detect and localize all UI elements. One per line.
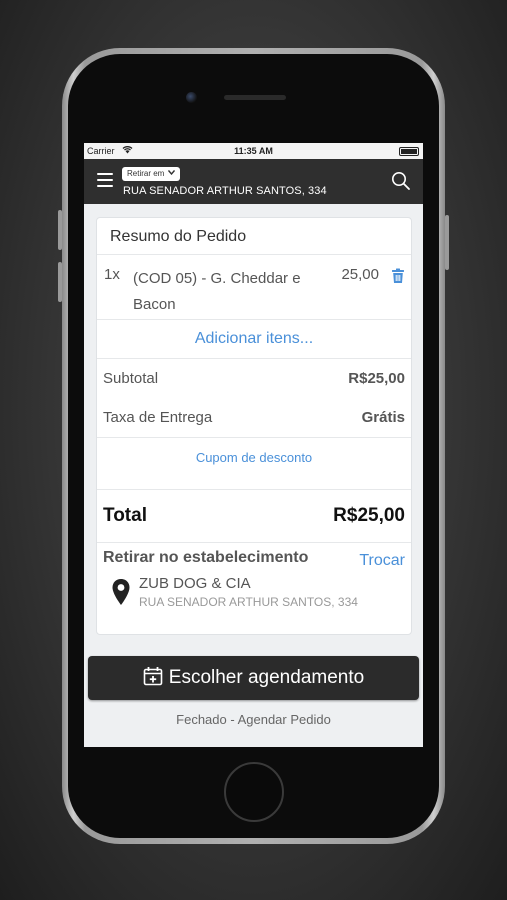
calendar-plus-icon bbox=[143, 667, 163, 686]
item-name: (COD 05) - G. Cheddar e Bacon bbox=[133, 270, 301, 313]
choose-schedule-label: Escolher agendamento bbox=[168, 667, 365, 688]
order-summary-card: Resumo do Pedido 1x (COD 05) - G. Chedda… bbox=[96, 217, 412, 635]
volume-down-button bbox=[58, 262, 62, 302]
order-item-row[interactable]: 1x (COD 05) - G. Cheddar e Bacon 25,00 bbox=[97, 255, 411, 320]
hamburger-menu-icon[interactable] bbox=[97, 173, 113, 187]
total-value: R$25,00 bbox=[333, 505, 405, 526]
delivery-fee-value: Grátis bbox=[361, 409, 405, 426]
order-summary-title: Resumo do Pedido bbox=[97, 218, 411, 255]
chevron-down-icon bbox=[167, 170, 175, 176]
home-button[interactable] bbox=[224, 762, 284, 822]
pickup-mode-label: Retirar em bbox=[127, 169, 165, 178]
change-pickup-link[interactable]: Trocar bbox=[359, 552, 405, 570]
total-label: Total bbox=[103, 505, 147, 526]
subtotal-row: Subtotal R$25,00 bbox=[97, 359, 411, 398]
store-name: ZUB DOG & CIA bbox=[139, 575, 251, 592]
volume-up-button bbox=[58, 210, 62, 250]
pickup-section: Retirar no estabelecimento Trocar ZUB DO… bbox=[97, 543, 411, 625]
location-pin-icon bbox=[112, 579, 130, 605]
choose-schedule-button[interactable]: Escolher agendamento bbox=[88, 656, 419, 700]
earpiece-speaker bbox=[224, 95, 286, 100]
header-address: RUA SENADOR ARTHUR SANTOS, 334 bbox=[123, 185, 327, 197]
item-price: 25,00 bbox=[341, 266, 379, 283]
pickup-title: Retirar no estabelecimento bbox=[103, 549, 309, 566]
app-header: Retirar em RUA SENADOR ARTHUR SANTOS, 33… bbox=[84, 159, 423, 204]
status-time: 11:35 AM bbox=[234, 146, 273, 156]
subtotal-label: Subtotal bbox=[103, 370, 159, 387]
store-status-text: Fechado - Agendar Pedido bbox=[176, 712, 331, 727]
add-items-link[interactable]: Adicionar itens... bbox=[97, 320, 411, 359]
power-button bbox=[445, 215, 449, 270]
trash-icon[interactable] bbox=[391, 268, 405, 284]
total-row: Total R$25,00 bbox=[97, 490, 411, 543]
battery-icon bbox=[399, 147, 419, 156]
delivery-fee-label: Taxa de Entrega bbox=[103, 409, 213, 426]
front-camera bbox=[186, 92, 197, 103]
item-quantity: 1x bbox=[104, 266, 120, 283]
pickup-mode-dropdown[interactable]: Retirar em bbox=[122, 167, 180, 181]
delivery-fee-row: Taxa de Entrega Grátis bbox=[97, 398, 411, 438]
app-screen: Carrier 11:35 AM Retirar em RUA SENADOR … bbox=[84, 143, 423, 747]
discount-coupon-link[interactable]: Cupom de desconto bbox=[97, 438, 411, 490]
search-icon[interactable] bbox=[391, 171, 411, 191]
store-address: RUA SENADOR ARTHUR SANTOS, 334 bbox=[139, 595, 358, 609]
status-bar: Carrier 11:35 AM bbox=[84, 143, 423, 159]
subtotal-value: R$25,00 bbox=[348, 370, 405, 387]
